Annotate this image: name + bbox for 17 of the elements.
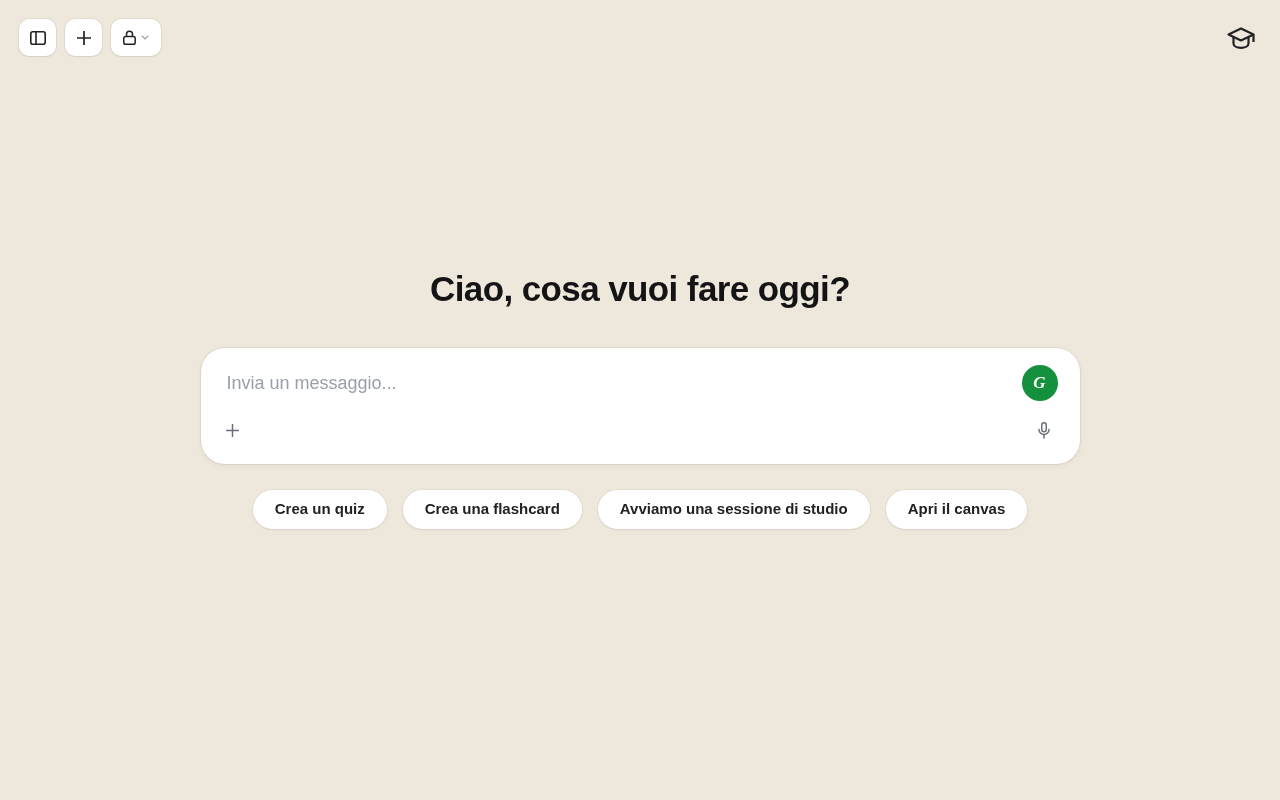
plus-icon <box>226 423 239 437</box>
suggestion-chip[interactable]: Crea un quiz <box>252 490 387 529</box>
chevron-down-icon <box>141 35 149 40</box>
suggestion-chip[interactable]: Crea una flashcard <box>402 490 582 529</box>
microphone-icon <box>1037 421 1050 439</box>
message-composer[interactable]: Invia un messaggio... G <box>200 348 1080 464</box>
sidebar-toggle-button[interactable] <box>19 19 56 56</box>
assistant-badge-button[interactable]: G <box>1021 365 1058 401</box>
greeting-heading: Ciao, cosa vuoi fare oggi? <box>429 268 850 310</box>
graduation-cap-icon[interactable] <box>1227 26 1255 49</box>
sidebar-icon <box>29 30 46 45</box>
privacy-dropdown-button[interactable] <box>111 19 161 56</box>
lock-icon <box>123 30 136 45</box>
suggestion-chip[interactable]: Apri il canvas <box>885 490 1028 529</box>
plus-icon <box>76 30 91 45</box>
new-chat-button[interactable] <box>65 19 102 56</box>
suggestion-chip[interactable]: Avviamo una sessione di studio <box>597 490 870 529</box>
